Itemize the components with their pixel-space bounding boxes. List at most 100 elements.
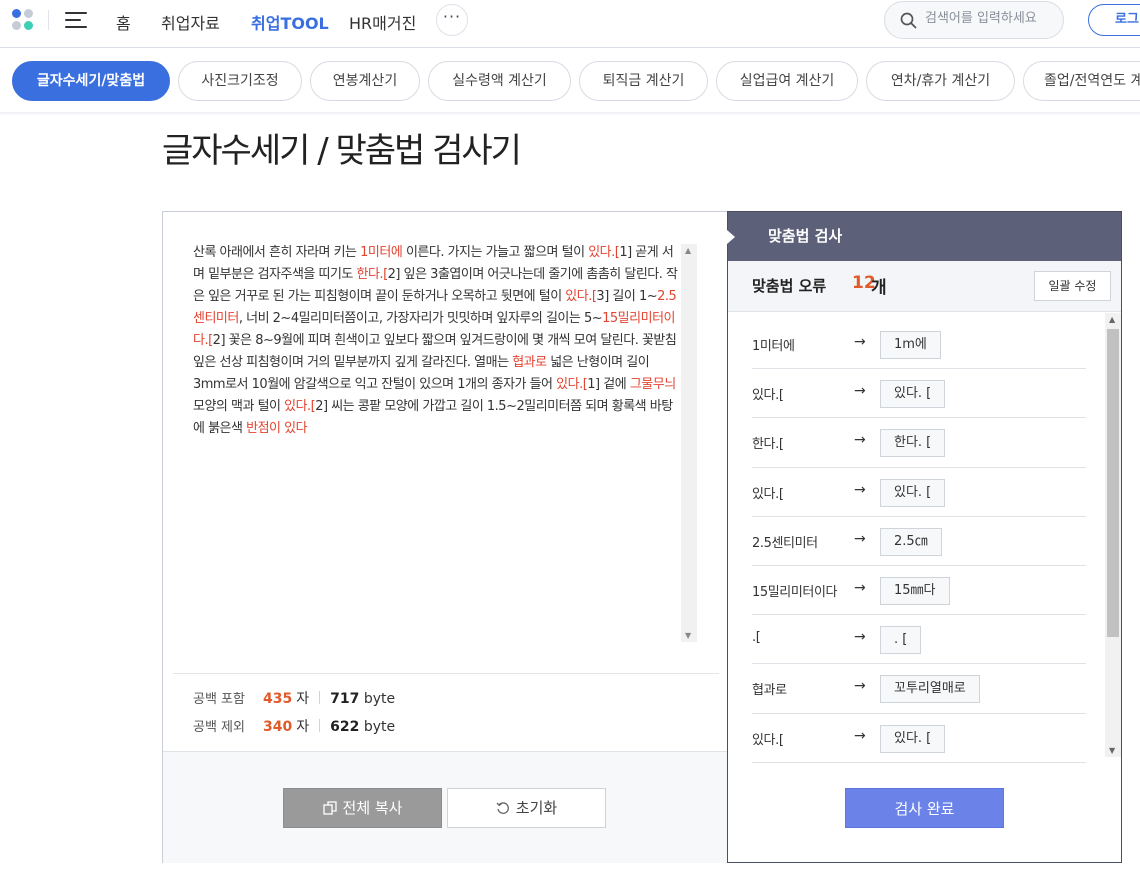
page-title: 글자수세기 / 맞춤법 검사기 bbox=[162, 131, 522, 171]
original-text: 있다.[ bbox=[752, 732, 784, 748]
spelling-error-highlight[interactable]: 협과로 bbox=[512, 355, 547, 370]
spellcheck-header: 맞춤법 검사 bbox=[728, 212, 1121, 261]
count-without-spaces: 공백 제외 340 자 622 byte bbox=[193, 716, 395, 736]
reset-label: 초기화 bbox=[515, 799, 558, 817]
tab-char-counter-spellcheck[interactable]: 글자수세기/맞춤법 bbox=[12, 61, 170, 101]
arrow-right-icon: → bbox=[854, 383, 866, 400]
action-area: 전체 복사 초기화 bbox=[163, 751, 728, 863]
suggestion-row: 15밀리미터이다 → 15㎜다 bbox=[752, 566, 1086, 616]
editor-scrollbar[interactable]: ▲ ▼ bbox=[681, 244, 697, 642]
tab-severance-calculator[interactable]: 퇴직금 계산기 bbox=[579, 61, 708, 101]
tab-leave-calculator[interactable]: 연차/휴가 계산기 bbox=[866, 61, 1015, 101]
nav-divider bbox=[48, 10, 49, 30]
arrow-right-icon: → bbox=[854, 481, 866, 498]
scroll-down-icon[interactable]: ▼ bbox=[1109, 746, 1115, 755]
spelling-error-highlight[interactable]: 한다.[ bbox=[357, 267, 389, 282]
count-label: 공백 포함 bbox=[193, 692, 245, 707]
error-count-unit: 개 bbox=[871, 278, 887, 298]
suggestion-button[interactable]: 2.5㎝ bbox=[880, 527, 942, 556]
arrow-right-icon: → bbox=[854, 432, 866, 449]
editor-text-segment: 1] 겉에 bbox=[587, 377, 630, 392]
suggestion-row: 있다.[ → 있다. [ bbox=[752, 468, 1086, 517]
spelling-error-highlight[interactable]: 1미터에 bbox=[360, 245, 403, 260]
suggestion-button[interactable]: 있다. [ bbox=[880, 380, 946, 409]
nav-link-job-tool[interactable]: 취업TOOL bbox=[251, 10, 329, 34]
copy-label: 전체 복사 bbox=[342, 799, 403, 817]
original-text: 있다.[ bbox=[752, 388, 784, 404]
tab-unemployment-calculator[interactable]: 실업급여 계산기 bbox=[716, 61, 858, 101]
editor-text-segment: 산록 아래에서 흔히 자라며 키는 bbox=[193, 245, 361, 260]
scroll-up-icon[interactable]: ▲ bbox=[685, 246, 691, 255]
scroll-down-icon[interactable]: ▼ bbox=[685, 631, 691, 640]
spelling-error-highlight[interactable]: 있다.[ bbox=[284, 399, 316, 414]
logo[interactable] bbox=[12, 9, 36, 33]
original-text: 있다.[ bbox=[752, 486, 784, 502]
suggestion-row: 있다.[→ 있다. [ bbox=[752, 714, 1086, 763]
suggestion-button[interactable]: 15㎜다 bbox=[880, 576, 950, 605]
scroll-up-icon[interactable]: ▲ bbox=[1109, 315, 1115, 324]
scrollbar-thumb[interactable] bbox=[1107, 329, 1119, 637]
editor-textarea[interactable]: 산록 아래에서 흔히 자라며 키는 1미터에 이른다. 가지는 가늘고 짧으며 … bbox=[193, 242, 679, 440]
byte-count: 717 bbox=[330, 691, 360, 707]
suggestion-button[interactable]: . [ bbox=[880, 626, 922, 655]
tab-net-pay-calculator[interactable]: 실수령액 계산기 bbox=[428, 61, 571, 101]
spellcheck-panel: 맞춤법 검사 맞춤법 오류 12 개 일괄 수정 1미터에 → 1m에 있다.[→ 있다… bbox=[727, 211, 1122, 863]
suggestion-row: 2.5센티미터 → 2.5㎝ bbox=[752, 517, 1086, 566]
tab-photo-resize[interactable]: 사진크기조정 bbox=[178, 61, 302, 101]
original-text: 15밀리미터이다 bbox=[752, 584, 838, 600]
fix-all-button[interactable]: 일괄 수정 bbox=[1034, 271, 1111, 301]
editor-text-segment: 3] 길이 1~ bbox=[596, 289, 658, 304]
login-button[interactable]: 로그 bbox=[1088, 4, 1140, 36]
copy-icon bbox=[322, 801, 337, 815]
suggestion-list: 1미터에 → 1m에 있다.[→ 있다. [한다.[→ 한다. [있다.[→ 있다. [2.… bbox=[752, 320, 1086, 763]
spelling-error-highlight[interactable]: 있다.[ bbox=[588, 245, 620, 260]
char-count: 435 bbox=[263, 691, 293, 707]
nav-link-home[interactable]: 홈 bbox=[116, 10, 131, 34]
spelling-error-highlight[interactable]: 있다.[ bbox=[565, 289, 597, 304]
copy-all-button[interactable]: 전체 복사 bbox=[283, 788, 442, 828]
suggestion-row: .[→ . [ bbox=[752, 615, 1086, 665]
spelling-error-highlight[interactable]: 그물무늬 bbox=[630, 377, 676, 392]
suggestion-row: 한다.[ → 한다. [ bbox=[752, 418, 1086, 468]
char-count: 340 bbox=[263, 719, 293, 735]
hamburger-menu-icon[interactable] bbox=[65, 11, 87, 29]
original-text: 협과로 bbox=[752, 683, 787, 699]
search-box[interactable] bbox=[884, 1, 1064, 39]
spelling-error-highlight[interactable]: 있다.[ bbox=[556, 377, 588, 392]
tab-salary-calculator[interactable]: 연봉계산기 bbox=[310, 61, 420, 101]
tab-graduation-year[interactable]: 졸업/전역연도 계 bbox=[1023, 61, 1140, 101]
byte-unit: byte bbox=[363, 691, 396, 707]
divider bbox=[173, 673, 719, 674]
suggestion-scrollbar[interactable]: ▲ ▼ bbox=[1105, 313, 1121, 757]
editor-text-segment: 이른다. 가지는 가늘고 짧으며 털이 bbox=[402, 245, 589, 260]
suggestion-button[interactable]: 꼬투리열매로 bbox=[880, 675, 980, 704]
count-label: 공백 제외 bbox=[193, 720, 245, 735]
editor-text-segment: , 너비 2~4밀리미터쯤이고, 가장자리가 밋밋하며 잎자루의 길이는 5~ bbox=[238, 311, 603, 326]
arrow-right-icon: → bbox=[854, 334, 866, 350]
count-with-spaces: 공백 포함 435 자 717 byte bbox=[193, 688, 395, 708]
original-text: 한다.[ bbox=[752, 437, 784, 453]
suggestion-button[interactable]: 있다. [ bbox=[880, 724, 946, 753]
char-unit: 자 bbox=[296, 691, 310, 707]
byte-count: 622 bbox=[330, 719, 360, 735]
nav-link-job-resources[interactable]: 취업자료 bbox=[161, 10, 220, 34]
check-complete-button[interactable]: 검사 완료 bbox=[845, 788, 1004, 828]
suggestion-row: 협과로 → 꼬투리열매로 bbox=[752, 664, 1086, 714]
top-navigation: 홈 취업자료 취업TOOL HR매거진 ··· 로그 bbox=[0, 0, 1140, 48]
suggestion-button[interactable]: 있다. [ bbox=[880, 478, 946, 507]
suggestion-button[interactable]: 한다. [ bbox=[880, 429, 946, 458]
original-text: 2.5센티미터 bbox=[752, 535, 818, 551]
suggestion-row: 1미터에 → 1m에 bbox=[752, 320, 1086, 370]
suggestion-button[interactable]: 1m에 bbox=[880, 331, 941, 359]
separator bbox=[319, 691, 321, 704]
original-text: .[ bbox=[752, 630, 761, 646]
more-menu-button[interactable]: ··· bbox=[436, 4, 468, 36]
arrow-right-icon: → bbox=[854, 678, 866, 695]
char-unit: 자 bbox=[296, 719, 310, 735]
search-input[interactable] bbox=[925, 11, 1055, 26]
editor-panel: 산록 아래에서 흔히 자라며 키는 1미터에 이른다. 가지는 가늘고 짧으며 … bbox=[162, 211, 728, 863]
spelling-error-highlight[interactable]: 반점이 있다 bbox=[246, 421, 307, 436]
reset-button[interactable]: 초기화 bbox=[447, 788, 606, 828]
error-label: 맞춤법 오류 bbox=[752, 277, 827, 295]
nav-link-hr-magazine[interactable]: HR매거진 bbox=[349, 10, 416, 34]
